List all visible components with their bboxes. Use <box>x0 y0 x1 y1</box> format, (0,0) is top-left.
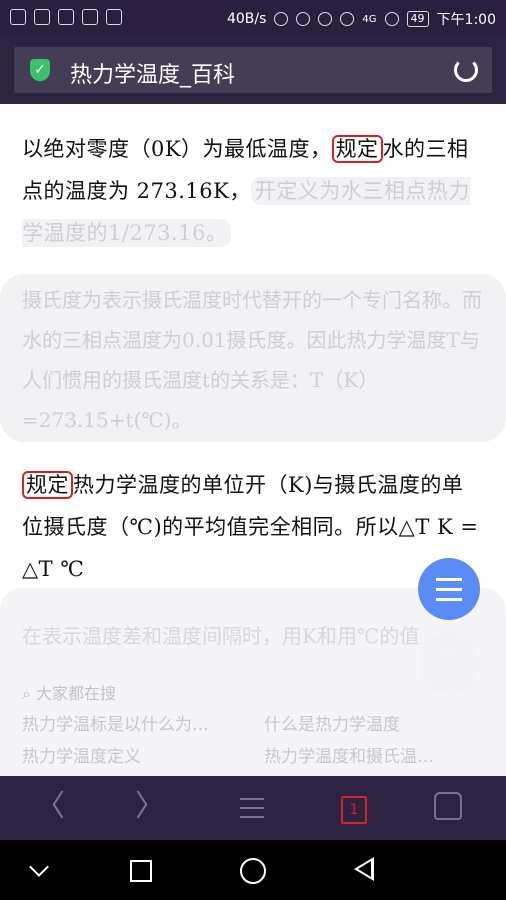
back-nav-icon[interactable] <box>354 857 374 881</box>
signal-icon <box>384 12 399 26</box>
shield-check-icon[interactable]: ✓ <box>30 59 50 81</box>
home-nav-icon[interactable] <box>240 858 266 884</box>
highlighted-term[interactable]: 规定 <box>331 135 383 163</box>
network-type: 4G <box>362 13 377 25</box>
paragraph-3: 规定 热力学温度的单位开（K)与摄氏温度的单位摄氏度（℃)的平均值完全相同。所以△… <box>22 464 484 590</box>
clipboard-icon <box>34 9 50 25</box>
chevron-down-icon[interactable] <box>29 857 49 877</box>
bluetooth-icon <box>274 12 289 26</box>
app-icon <box>82 9 98 25</box>
suggestion-item[interactable]: 什么是热力学温度 <box>264 710 400 735</box>
network-speed: 40B/s <box>226 11 267 27</box>
paragraph-3-text: 热力学温度的单位开（K)与摄氏温度的单位摄氏度（℃)的平均值完全相同。所以△T … <box>22 473 479 581</box>
suggestion-item[interactable]: 热力学温度和摄氏温… <box>264 742 434 767</box>
highlighted-term[interactable]: 规定 <box>22 471 73 499</box>
suggestions-sheet: 在表示温度差和温度间隔时，用K和用℃的值 ⌕ 大家都在搜 热力学温标是以什么为…… <box>0 588 506 776</box>
notification-icons <box>10 9 122 25</box>
search-icon <box>10 9 26 25</box>
faded-paragraph-2: 摄氏度为表示摄氏温度时代替开的一个专门名称。而水的三相点温度为0.01摄氏度。因… <box>0 274 506 442</box>
alarm-icon <box>340 12 355 26</box>
home-icon[interactable] <box>434 792 462 820</box>
status-bar: 40B/s 4G 49 下午1:00 <box>0 0 506 36</box>
mail-icon <box>106 9 122 25</box>
paragraph-1-text-a: 以绝对零度（0K）为最低温度， <box>22 137 332 161</box>
vibrate-icon <box>318 12 333 26</box>
tab-count-button[interactable]: 1 <box>341 796 367 824</box>
reload-icon[interactable] <box>454 58 478 82</box>
paragraph-1: 以绝对零度（0K）为最低温度， 规定 水的三相点的温度为 273.16K， 开定义为水… <box>22 128 484 254</box>
suggestion-item[interactable]: 热力学温标是以什么为… <box>22 710 209 735</box>
browser-toolbar: 〈 〉 1 <box>0 776 506 840</box>
menu-button[interactable] <box>232 794 272 822</box>
clock: 下午1:00 <box>436 12 496 28</box>
moon-icon <box>296 12 311 26</box>
page-title[interactable]: 热力学温度_百科 <box>70 57 235 89</box>
battery-level: 49 <box>406 11 429 27</box>
system-status: 40B/s 4G 49 下午1:00 <box>227 9 496 29</box>
address-bar: ✓ 热力学温度_百科 <box>0 36 506 104</box>
forward-button[interactable]: 〉 <box>130 790 170 824</box>
address-box[interactable]: ✓ 热力学温度_百科 <box>14 47 492 93</box>
search-icon: ⌕ <box>22 684 37 703</box>
recents-icon[interactable] <box>130 860 152 882</box>
faded-paragraph-4: 在表示温度差和温度间隔时，用K和用℃的值 <box>22 624 420 648</box>
menu-fab-button[interactable] <box>418 558 480 620</box>
system-navigation-bar <box>0 840 506 900</box>
cloud-icon <box>58 9 74 25</box>
back-button[interactable]: 〈 <box>30 790 70 824</box>
suggestion-item[interactable]: 热力学温度定义 <box>22 742 141 767</box>
suggestions-title: ⌕ 大家都在搜 <box>22 684 117 703</box>
